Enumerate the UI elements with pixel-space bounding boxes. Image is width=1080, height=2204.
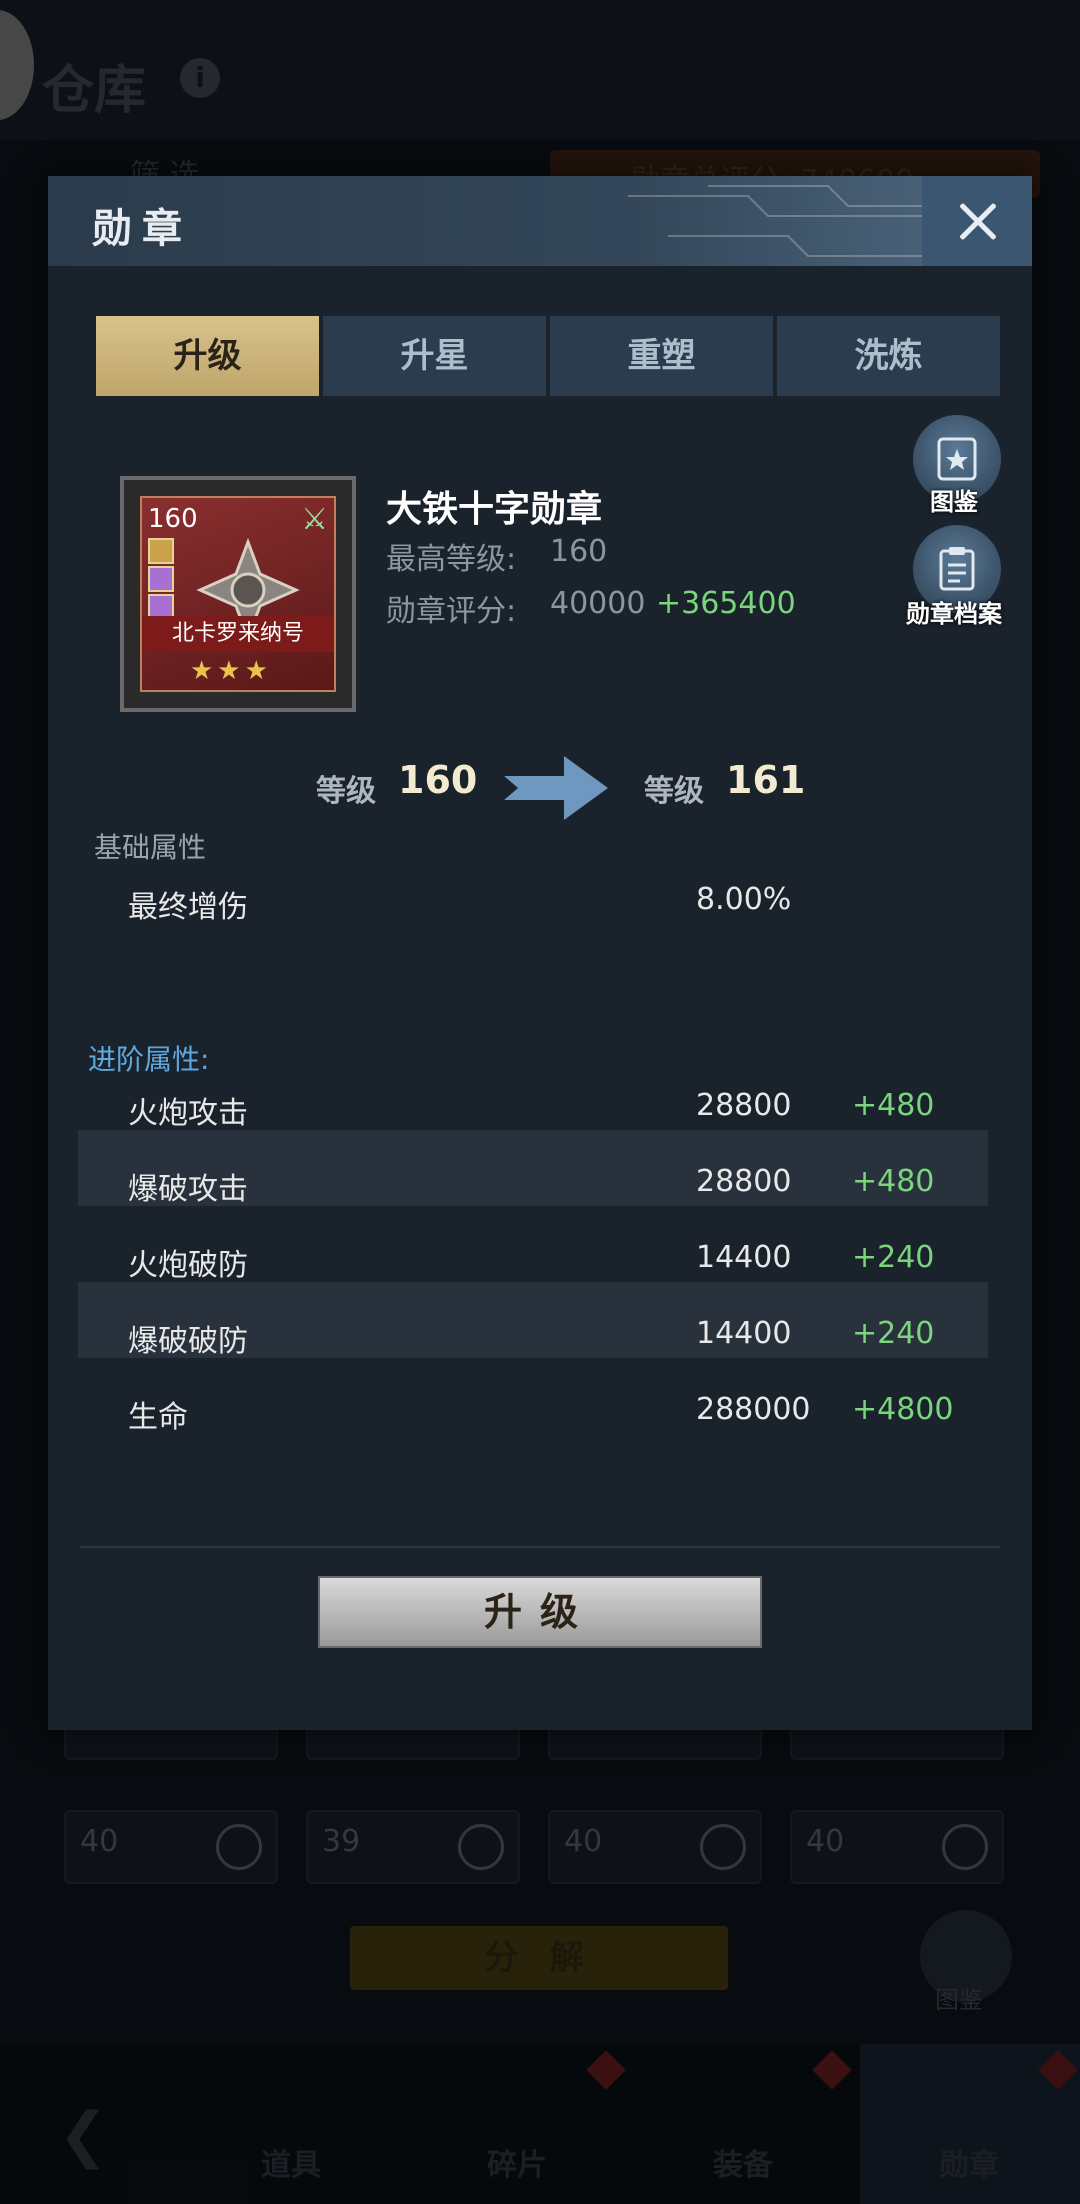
attr-name: 火炮破防 bbox=[128, 1248, 248, 1283]
codex-icon bbox=[937, 437, 977, 481]
medal-archive-label: 勋章档案 bbox=[906, 600, 1002, 628]
arrow-right-icon bbox=[504, 756, 608, 820]
base-attr-name: 最终增伤 bbox=[128, 890, 248, 925]
attr-increase: +480 bbox=[852, 1088, 935, 1123]
sword-icon: ⚔ bbox=[301, 502, 328, 537]
attr-value: 14400 bbox=[696, 1240, 792, 1275]
medal-score-base: 40000 bbox=[550, 586, 646, 621]
medal-ship-ribbon: 北卡罗来纳号 bbox=[142, 616, 334, 652]
max-level-value: 160 bbox=[550, 534, 608, 569]
base-attributes-label: 基础属性 bbox=[94, 831, 207, 864]
attr-increase: +480 bbox=[852, 1164, 935, 1199]
attr-name: 爆破攻击 bbox=[128, 1172, 248, 1207]
medal-icon: 160 ⚔ 北卡罗来纳号 ★★★ bbox=[140, 496, 336, 692]
attr-value: 14400 bbox=[696, 1316, 792, 1351]
tab-refine[interactable]: 洗炼 bbox=[777, 316, 1000, 396]
attr-increase: +240 bbox=[852, 1316, 935, 1351]
base-attr-value: 8.00% bbox=[696, 882, 792, 917]
tab-reshape[interactable]: 重塑 bbox=[550, 316, 773, 396]
medal-icon-frame[interactable]: 160 ⚔ 北卡罗来纳号 ★★★ bbox=[120, 476, 356, 712]
attribute-gem-icon bbox=[148, 538, 174, 564]
medal-name: 大铁十字勋章 bbox=[386, 489, 603, 530]
upgrade-button[interactable]: 升级 bbox=[318, 1576, 762, 1648]
divider bbox=[80, 1546, 1000, 1548]
attr-increase: +240 bbox=[852, 1240, 935, 1275]
attr-name: 火炮攻击 bbox=[128, 1096, 248, 1131]
attr-value: 288000 bbox=[696, 1392, 811, 1427]
tab-bar: 升级 升星 重塑 洗炼 bbox=[96, 316, 1000, 396]
medal-score-bonus: +365400 bbox=[656, 586, 796, 621]
medal-score-label: 勋章评分: bbox=[386, 594, 517, 629]
current-level-label: 等级 bbox=[316, 774, 376, 809]
attribute-gem-icon bbox=[148, 566, 174, 592]
attr-increase: +4800 bbox=[852, 1392, 954, 1427]
next-level-label: 等级 bbox=[644, 774, 704, 809]
archive-icon bbox=[939, 547, 975, 591]
attr-value: 28800 bbox=[696, 1088, 792, 1123]
star-rating: ★★★ bbox=[190, 656, 272, 686]
dialog-header: 勋章 bbox=[48, 176, 1032, 266]
current-level-value: 160 bbox=[398, 758, 478, 802]
tab-upgrade[interactable]: 升级 bbox=[96, 316, 319, 396]
attr-name: 爆破破防 bbox=[128, 1324, 248, 1359]
tab-star-up[interactable]: 升星 bbox=[323, 316, 546, 396]
close-button[interactable] bbox=[922, 176, 1032, 266]
attr-value: 28800 bbox=[696, 1164, 792, 1199]
codex-label: 图鉴 bbox=[930, 488, 978, 516]
attr-name: 生命 bbox=[128, 1400, 188, 1432]
medal-dialog: 勋章 升级 升星 重塑 洗炼 160 ⚔ 北卡罗来纳号 ★★★ 大铁十字勋章 最… bbox=[48, 176, 1032, 1730]
dialog-title: 勋章 bbox=[92, 206, 192, 252]
advanced-attributes-list[interactable]: 火炮攻击 28800 +480 爆破攻击 28800 +480 火炮破防 144… bbox=[48, 996, 1032, 1432]
next-level-value: 161 bbox=[726, 758, 806, 802]
circuit-decoration bbox=[628, 185, 928, 257]
max-level-label: 最高等级: bbox=[386, 542, 517, 577]
medal-level-badge: 160 bbox=[148, 504, 198, 534]
